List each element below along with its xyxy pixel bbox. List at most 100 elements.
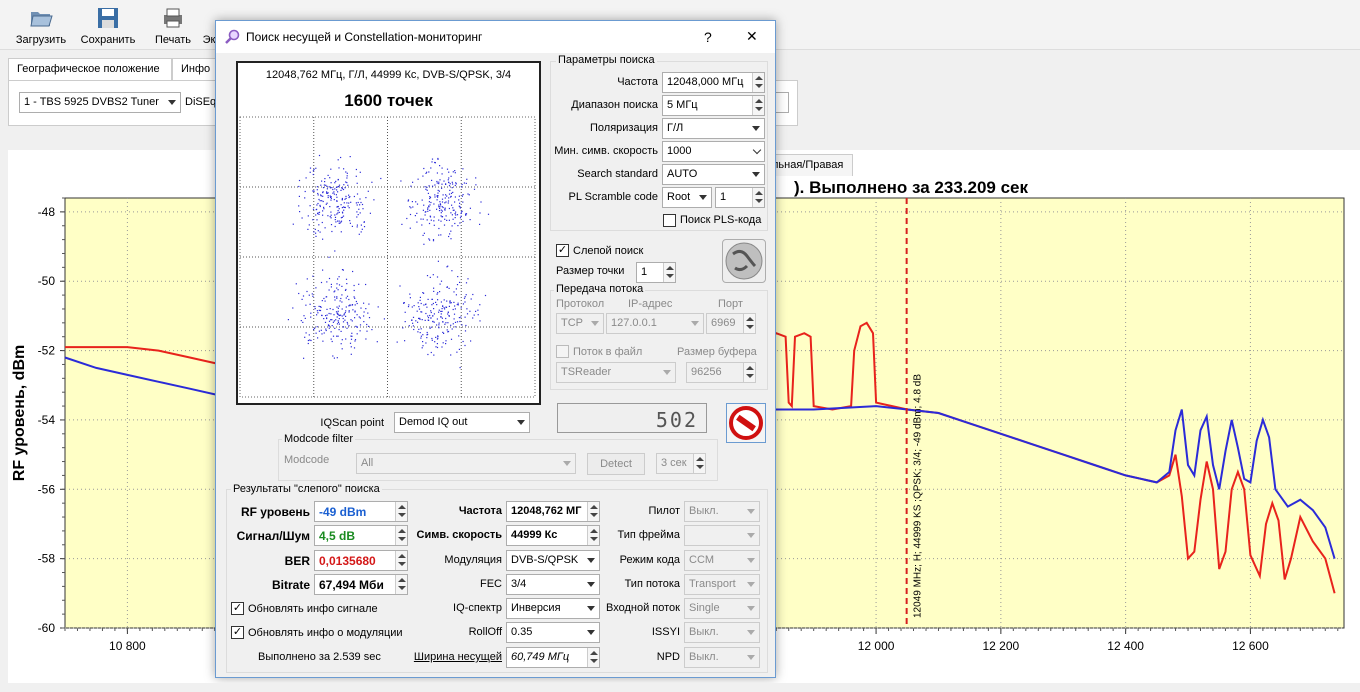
frame-select[interactable] [684,525,760,546]
pls-code-spinbox[interactable]: 1 [715,187,765,208]
satellite-scan-button[interactable] [722,239,766,283]
carrier-search-dialog: Поиск несущей и Constellation-мониторинг… [215,20,776,678]
range-spinbox[interactable]: 5 МГц [662,95,765,116]
constellation-point [355,175,357,177]
constellation-point [454,170,456,172]
rf-spinbox[interactable]: -49 dBm [314,501,408,522]
constellation-point [426,189,428,191]
update-mod-checkbox[interactable]: ✓ [231,626,244,639]
rolloff-select[interactable]: 0.35 [506,622,600,643]
detect-button[interactable]: Detect [587,453,645,475]
iqscan-select[interactable]: Demod IQ out [394,412,530,433]
ip-select[interactable]: 127.0.0.1 [606,313,704,334]
save-button[interactable]: Сохранить [76,4,140,48]
constellation-point [464,296,466,298]
tuner-select[interactable]: 1 - TBS 5925 DVBS2 Tuner [19,92,181,113]
pol-select[interactable]: Г/Л [662,118,765,139]
standard-select[interactable]: AUTO [662,164,765,185]
x-tick-label: 12 000 [858,639,895,653]
constellation-point [325,203,327,205]
constellation-point [431,161,433,163]
constellation-point [342,321,345,323]
constellation-point [441,310,443,312]
constellation-point [432,274,434,276]
ber-spinbox[interactable]: 0,0135680 [314,550,408,571]
res-freq-spinbox[interactable]: 12048,762 МГ [506,501,600,522]
constellation-point [345,297,347,299]
y-tick-label: -56 [38,482,56,496]
frame-label: Тип фрейма [617,529,680,541]
constellation-point [298,185,300,188]
codemode-select[interactable]: CCM [684,550,760,571]
res-sr-spinbox[interactable]: 44999 Кс [506,525,600,546]
tab-info[interactable]: Инфо [172,58,216,80]
stream-file-checkbox[interactable] [556,345,569,358]
constellation-point [322,195,324,197]
constellation-point [359,324,362,326]
iq-select[interactable]: Инверсия [506,598,600,619]
constellation-point [338,305,340,307]
buffer-spinbox[interactable]: 96256 [686,362,756,383]
stop-button[interactable] [726,403,766,443]
update-signal-checkbox[interactable]: ✓ [231,602,244,615]
constellation-point [443,307,445,309]
constellation-point [444,308,446,310]
port-spinbox[interactable]: 6969 [706,313,756,334]
npd-select[interactable]: Выкл. [684,647,760,668]
help-button[interactable]: ? [704,29,712,45]
fec-select[interactable]: 3/4 [506,574,600,595]
constellation-point [445,183,447,185]
constellation-point [345,195,347,197]
protocol-select[interactable]: TCP [556,313,604,334]
freq-label: Частота [617,76,658,88]
streamtype-select[interactable]: Transport [684,574,760,595]
constellation-point [329,216,331,218]
constellation-point [439,201,441,203]
freq-spinbox[interactable]: 12048,000 МГц [662,72,765,93]
constellation-point [426,186,428,188]
pilot-select[interactable]: Выкл. [684,501,760,522]
reader-select[interactable]: TSReader [556,362,676,383]
constellation-point [472,293,474,296]
constellation-point [360,224,362,226]
constellation-point [454,213,456,215]
dot-size-spinbox[interactable]: 1 [636,262,676,283]
constellation-point [298,205,300,207]
blind-search-checkbox[interactable]: ✓ [556,244,569,257]
mod-select[interactable]: DVB-S/QPSK [506,550,600,571]
constellation-point [315,167,317,169]
constellation-point [353,195,355,198]
pls-mode-select[interactable]: Root [662,187,712,208]
issyi-select[interactable]: Выкл. [684,622,760,643]
constellation-point [331,340,333,343]
bitrate-spinbox[interactable]: 67,494 Мби [314,574,408,595]
constellation-point [434,194,436,196]
snr-spinbox[interactable]: 4,5 dB [314,525,408,546]
constellation-point [341,211,344,213]
modcode-select[interactable]: All [356,453,576,474]
constellation-point [436,182,438,184]
constellation-point [349,222,351,224]
constellation-point [415,201,417,203]
tab-geo-position[interactable]: Географическое положение [8,58,172,80]
constellation-point [308,334,310,336]
detect-time-spinbox[interactable]: 3 сек [656,453,706,474]
minsr-select[interactable]: 1000 [662,141,765,162]
constellation-point [338,323,340,325]
constellation-point [428,185,430,187]
pls-mode-value: Root [667,191,691,203]
constellation-point [418,317,420,319]
close-button[interactable]: ✕ [746,28,758,45]
constellation-point [440,212,442,214]
print-button[interactable]: Печать [150,4,196,48]
bw-label[interactable]: Ширина несущей [406,651,502,663]
constellation-point [434,162,436,164]
constellation-point [438,219,440,221]
constellation-point [467,193,469,195]
constellation-point [439,283,441,285]
load-button[interactable]: Загрузить [10,4,72,48]
constellation-point [432,239,435,241]
pls-search-checkbox[interactable] [663,214,676,227]
bw-spinbox[interactable]: 60,749 МГц [506,647,600,668]
instream-select[interactable]: Single [684,598,760,619]
